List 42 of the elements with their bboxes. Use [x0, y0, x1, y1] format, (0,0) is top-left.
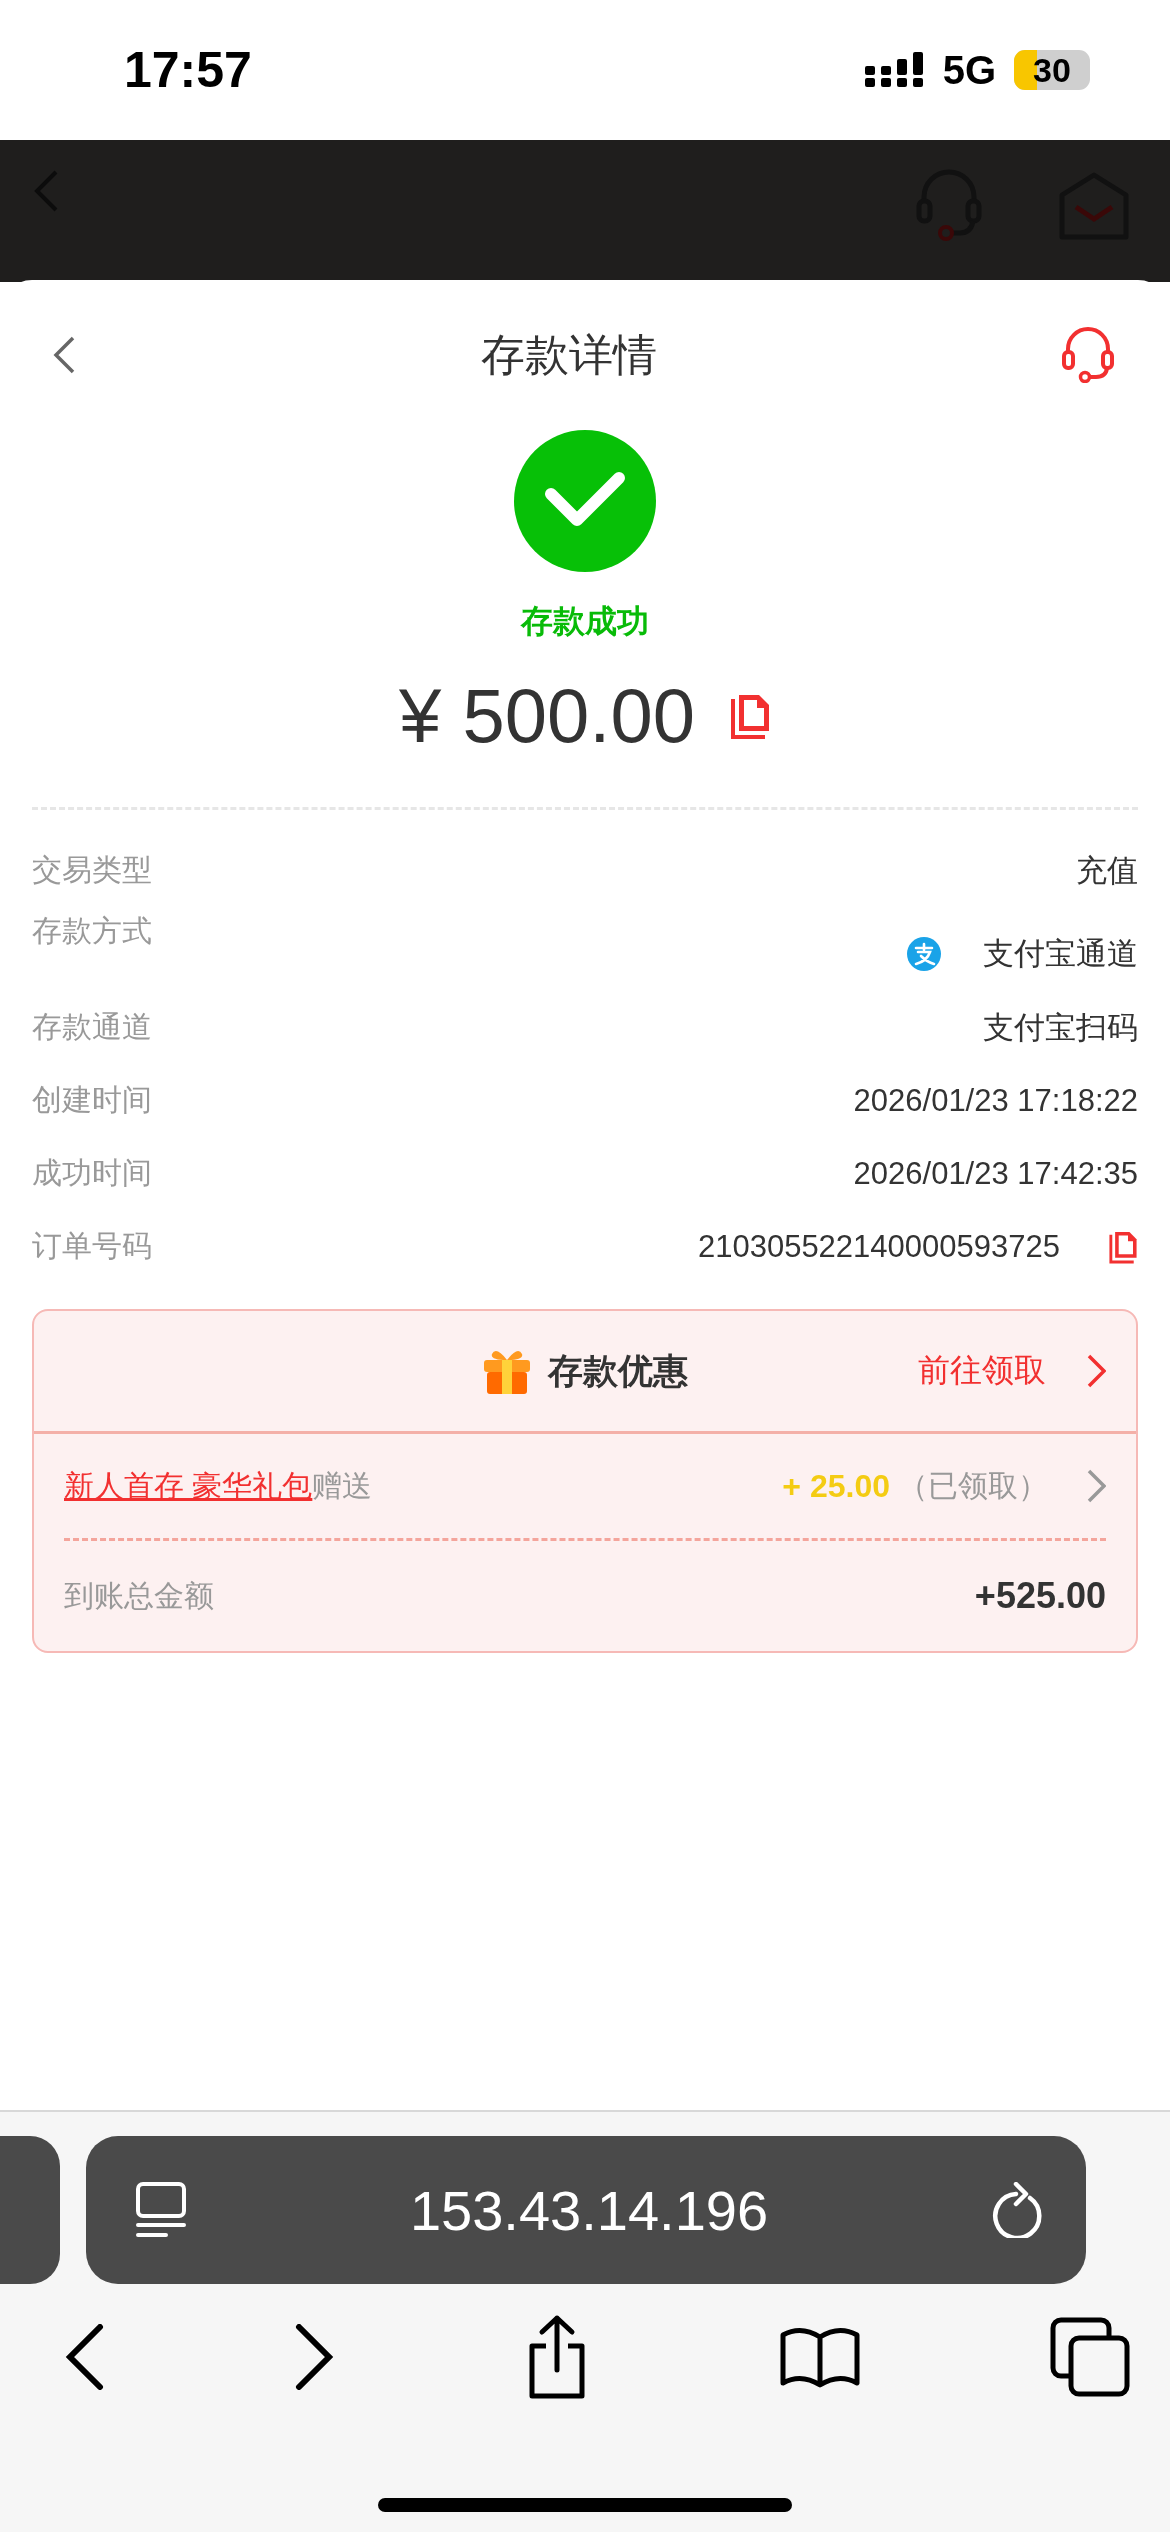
detail-label: 创建时间: [32, 1082, 152, 1118]
detail-label: 存款方式: [32, 913, 152, 949]
success-check-icon: [514, 430, 656, 572]
detail-label: 交易类型: [32, 852, 152, 888]
claim-status: （已领取）: [898, 1467, 1048, 1504]
page-menu-icon[interactable]: [134, 2181, 188, 2239]
detail-label: 成功时间: [32, 1155, 152, 1191]
tabs-icon[interactable]: [1050, 2317, 1130, 2397]
copy-icon[interactable]: [1108, 1229, 1138, 1264]
detail-value: 支付宝通道: [983, 935, 1138, 973]
tab-preview[interactable]: [0, 2136, 60, 2284]
url-text: 153.43.14.196: [409, 2177, 769, 2243]
back-icon[interactable]: [65, 2324, 105, 2390]
amount-value: ¥ 500.00: [399, 672, 695, 759]
status-label: 存款成功: [521, 602, 649, 641]
detail-value: 充值: [1076, 851, 1138, 890]
chevron-right-icon[interactable]: [1086, 1469, 1106, 1503]
address-bar[interactable]: 153.43.14.196: [86, 2136, 1086, 2284]
forward-icon[interactable]: [294, 2324, 335, 2390]
reload-icon[interactable]: [990, 2182, 1042, 2238]
bonus-amount: + 25.00: [782, 1467, 890, 1505]
gift-description: 新人首存 豪华礼包赠送: [64, 1467, 373, 1504]
total-label: 到账总金额: [64, 1577, 214, 1614]
detail-label: 存款通道: [32, 1009, 152, 1045]
detail-value: 2026/01/23 17:18:22: [853, 1082, 1138, 1119]
signal-icon: [864, 52, 925, 88]
network-label: 5G: [942, 47, 996, 93]
page-title: 存款详情: [481, 328, 657, 381]
bookmarks-icon[interactable]: [778, 2325, 861, 2389]
detail-value: 2026/01/23 17:42:35: [853, 1155, 1138, 1192]
detail-value: 210305522140000593725: [697, 1228, 1060, 1265]
claim-link[interactable]: 前往领取: [918, 1349, 1106, 1393]
headset-icon[interactable]: [1062, 327, 1114, 383]
total-value: +525.00: [974, 1575, 1106, 1617]
chevron-right-icon: [1086, 1354, 1106, 1388]
gift-link[interactable]: 新人首存 豪华礼包: [64, 1468, 313, 1502]
copy-icon[interactable]: [728, 692, 771, 739]
payment-logo-icon: [907, 937, 941, 971]
detail-value: 支付宝扫码: [983, 1008, 1138, 1047]
promo-title: 存款优惠: [548, 1349, 688, 1392]
detail-label: 订单号码: [32, 1228, 152, 1264]
clock-time: 17:57: [124, 41, 252, 99]
